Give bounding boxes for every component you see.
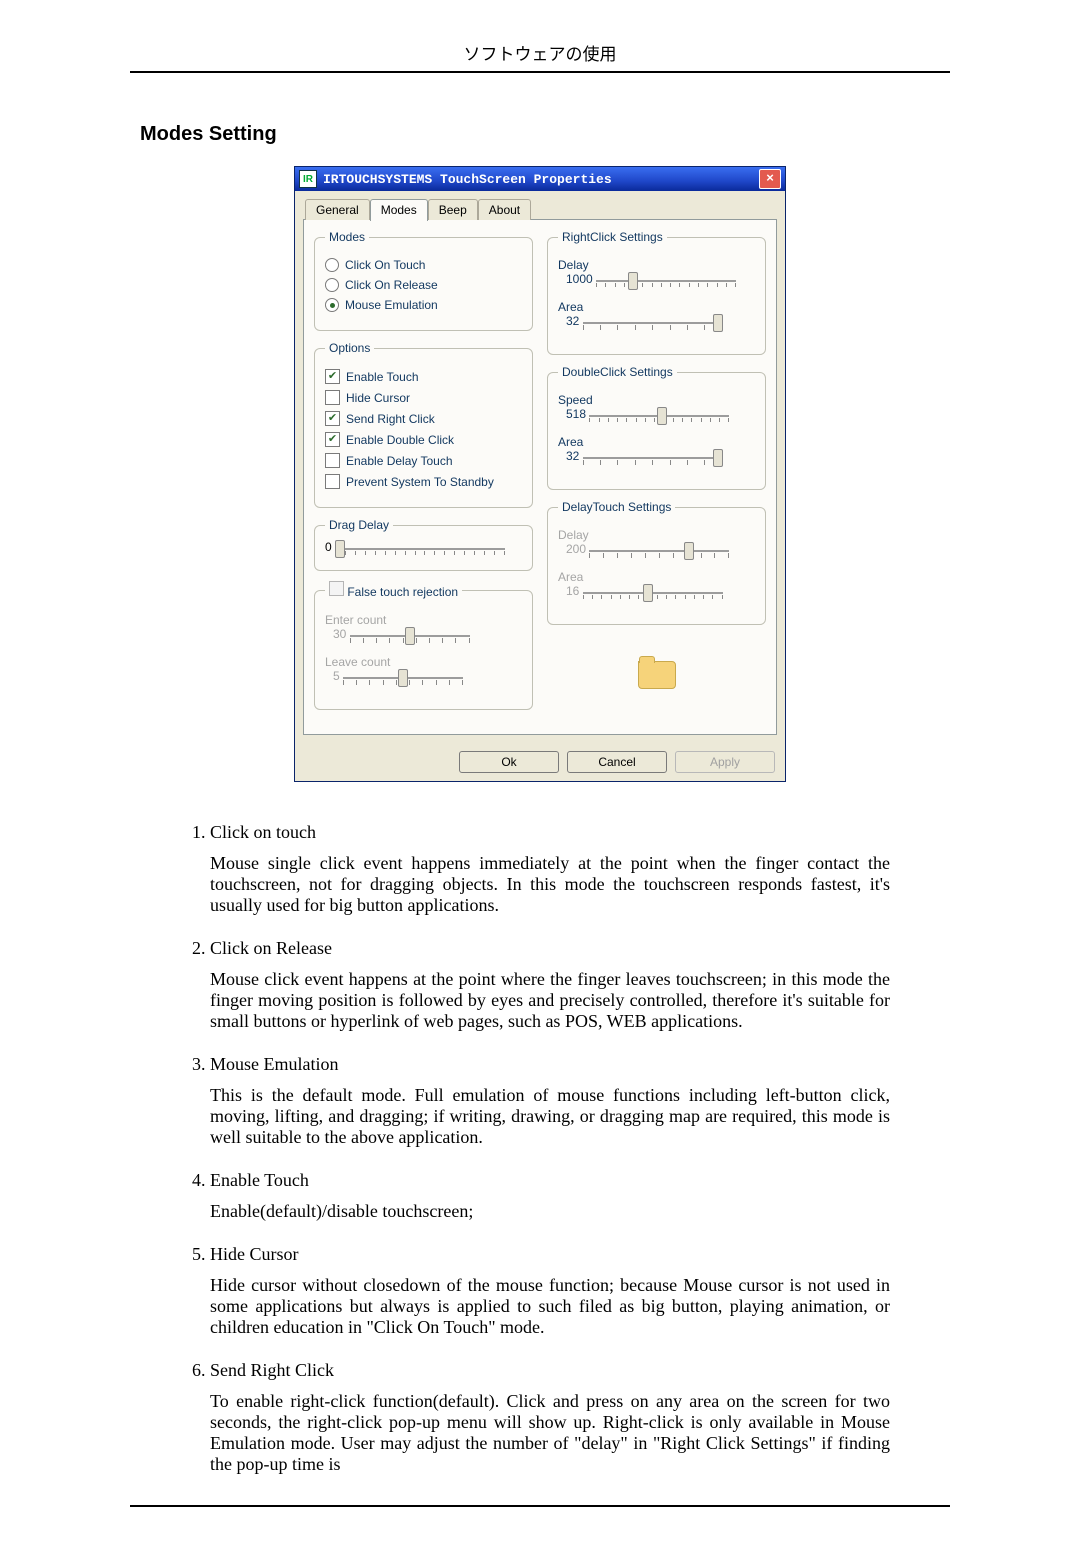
item-title: Enable Touch [210, 1170, 890, 1191]
rc-delay-slider[interactable] [596, 274, 736, 290]
enter-count-slider [350, 629, 470, 645]
dt-delay-value: 200 [566, 542, 586, 556]
app-icon: IR [299, 170, 317, 188]
dc-area-value: 32 [566, 449, 579, 463]
tab-modes[interactable]: Modes [370, 199, 428, 221]
ok-button[interactable]: Ok [459, 751, 559, 773]
chk-hide-cursor[interactable] [325, 390, 340, 405]
enter-count-value: 30 [333, 627, 346, 641]
rc-delay-value: 1000 [566, 272, 593, 286]
item-body: Hide cursor without closedown of the mou… [210, 1275, 890, 1338]
tab-panel-modes: Modes Click On Touch Click On Release [303, 219, 777, 735]
dc-speed-label: Speed [558, 393, 593, 407]
dc-area-slider[interactable] [583, 451, 723, 467]
item-title: Hide Cursor [210, 1244, 890, 1265]
dt-area-slider [583, 586, 723, 602]
list-item: Hide Cursor Hide cursor without closedow… [210, 1244, 890, 1338]
list-item: Click on Release Mouse click event happe… [210, 938, 890, 1032]
chk-false-touch[interactable] [329, 581, 344, 596]
tab-beep[interactable]: Beep [428, 199, 478, 220]
label-enable-double-click: Enable Double Click [346, 433, 454, 447]
chk-enable-delay-touch[interactable] [325, 453, 340, 468]
list-item: Click on touch Mouse single click event … [210, 822, 890, 916]
close-icon[interactable]: × [759, 169, 781, 189]
dt-area-value: 16 [566, 584, 579, 598]
rc-area-label: Area [558, 300, 583, 314]
leave-count-value: 5 [333, 669, 340, 683]
folder-icon [638, 661, 676, 689]
leave-count-slider [343, 671, 463, 687]
list-item: Enable Touch Enable(default)/disable tou… [210, 1170, 890, 1222]
radio-click-on-touch[interactable] [325, 258, 339, 272]
false-touch-legend: False touch rejection [347, 585, 458, 599]
enter-count-label: Enter count [325, 613, 386, 627]
radio-mouse-emulation[interactable] [325, 298, 339, 312]
label-enable-touch: Enable Touch [346, 370, 419, 384]
chk-enable-touch[interactable] [325, 369, 340, 384]
item-body: Mouse click event happens at the point w… [210, 969, 890, 1032]
dc-speed-value: 518 [566, 407, 586, 421]
modes-group: Modes Click On Touch Click On Release [314, 230, 533, 331]
top-rule [130, 71, 950, 73]
label-hide-cursor: Hide Cursor [346, 391, 410, 405]
rightclick-group: RightClick Settings Delay 1000 [547, 230, 766, 355]
dt-delay-slider [589, 544, 729, 560]
button-row: Ok Cancel Apply [295, 743, 785, 781]
label-click-on-release: Click On Release [345, 278, 438, 292]
section-title: Modes Setting [140, 123, 950, 146]
chk-send-right-click[interactable] [325, 411, 340, 426]
radio-click-on-release[interactable] [325, 278, 339, 292]
item-title: Send Right Click [210, 1360, 890, 1381]
delaytouch-legend: DelayTouch Settings [558, 500, 675, 514]
tab-general[interactable]: General [305, 199, 370, 220]
doubleclick-group: DoubleClick Settings Speed 518 [547, 365, 766, 490]
drag-delay-value: 0 [325, 540, 332, 554]
item-body: To enable right-click function(default).… [210, 1391, 890, 1475]
tab-about[interactable]: About [478, 199, 531, 220]
label-mouse-emulation: Mouse Emulation [345, 298, 438, 312]
cancel-button[interactable]: Cancel [567, 751, 667, 773]
apply-button[interactable]: Apply [675, 751, 775, 773]
drag-delay-legend: Drag Delay [325, 518, 393, 532]
rightclick-legend: RightClick Settings [558, 230, 667, 244]
delaytouch-group: DelayTouch Settings Delay 200 [547, 500, 766, 625]
item-title: Click on Release [210, 938, 890, 959]
dc-area-label: Area [558, 435, 583, 449]
rc-area-slider[interactable] [583, 316, 723, 332]
list-item: Send Right Click To enable right-click f… [210, 1360, 890, 1475]
options-group: Options Enable Touch Hide Cursor Send Ri… [314, 341, 533, 508]
description-list: Click on touch Mouse single click event … [210, 822, 890, 1475]
false-touch-group: False touch rejection Enter count 30 [314, 581, 533, 710]
item-title: Click on touch [210, 822, 890, 843]
dc-speed-slider[interactable] [589, 409, 729, 425]
chk-prevent-standby[interactable] [325, 474, 340, 489]
tab-strip: General Modes Beep About [295, 191, 785, 220]
label-send-right-click: Send Right Click [346, 412, 435, 426]
item-body: Mouse single click event happens immedia… [210, 853, 890, 916]
item-title: Mouse Emulation [210, 1054, 890, 1075]
dt-delay-label: Delay [558, 528, 589, 542]
touchscreen-properties-dialog: IR IRTOUCHSYSTEMS TouchScreen Properties… [294, 166, 786, 782]
label-prevent-standby: Prevent System To Standby [346, 475, 494, 489]
chk-enable-double-click[interactable] [325, 432, 340, 447]
page-header: ソフトウェアの使用 [130, 40, 950, 65]
dt-area-label: Area [558, 570, 583, 584]
modes-legend: Modes [325, 230, 369, 244]
drag-delay-slider[interactable] [335, 542, 505, 558]
label-enable-delay-touch: Enable Delay Touch [346, 454, 453, 468]
leave-count-label: Leave count [325, 655, 390, 669]
rc-delay-label: Delay [558, 258, 589, 272]
options-legend: Options [325, 341, 374, 355]
titlebar[interactable]: IR IRTOUCHSYSTEMS TouchScreen Properties… [295, 167, 785, 191]
bottom-rule [130, 1505, 950, 1507]
drag-delay-group: Drag Delay 0 [314, 518, 533, 571]
doubleclick-legend: DoubleClick Settings [558, 365, 677, 379]
rc-area-value: 32 [566, 314, 579, 328]
label-click-on-touch: Click On Touch [345, 258, 425, 272]
window-title: IRTOUCHSYSTEMS TouchScreen Properties [323, 172, 612, 187]
item-body: Enable(default)/disable touchscreen; [210, 1201, 890, 1222]
item-body: This is the default mode. Full emulation… [210, 1085, 890, 1148]
list-item: Mouse Emulation This is the default mode… [210, 1054, 890, 1148]
